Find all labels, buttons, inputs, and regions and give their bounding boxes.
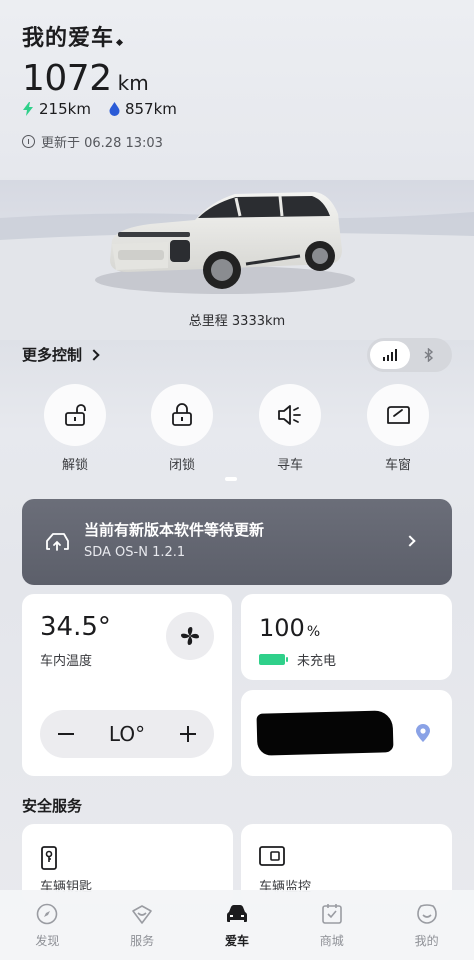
fan-button[interactable] xyxy=(166,612,214,660)
chevron-right-icon xyxy=(88,348,100,361)
lock-button[interactable]: 闭锁 xyxy=(151,384,213,473)
total-range: 1072 km xyxy=(22,58,149,99)
cabin-temperature-label: 车内温度 xyxy=(40,654,93,669)
bottom-tab-bar: 发现 服务 爱车 商城 我的 xyxy=(0,890,474,960)
range-breakdown: 215km 857km xyxy=(22,100,195,118)
lock-circle[interactable] xyxy=(151,384,213,446)
more-controls-link[interactable]: 更多控制 xyxy=(22,344,100,365)
fan-icon xyxy=(181,627,199,645)
tab-profile-label: 我的 xyxy=(414,934,439,948)
range-unit: km xyxy=(117,71,149,95)
battery-level: 100% xyxy=(259,614,320,642)
update-title: 当前有新版本软件等待更新 xyxy=(84,521,265,539)
tab-profile[interactable]: 我的 xyxy=(397,902,457,960)
cloud-upload-icon xyxy=(46,533,69,551)
battery-icon xyxy=(259,654,288,665)
page-title: 我的爱车 xyxy=(22,26,115,51)
find-car-button[interactable]: 寻车 xyxy=(259,384,321,473)
info-icon xyxy=(22,135,35,148)
tab-service[interactable]: 服务 xyxy=(112,902,172,960)
tab-my-car[interactable]: 爱车 xyxy=(207,902,267,960)
lightning-icon xyxy=(23,102,33,116)
page-indicator xyxy=(225,477,237,481)
tab-service-label: 服务 xyxy=(130,934,155,948)
tab-discover[interactable]: 发现 xyxy=(17,902,77,960)
security-section-title: 安全服务 xyxy=(22,797,83,815)
cellular-option[interactable] xyxy=(370,341,410,369)
fuel-range: 857km xyxy=(109,100,177,118)
decrease-temperature-button[interactable] xyxy=(58,733,74,735)
climate-card[interactable]: 34.5° 车内温度 LO° xyxy=(22,594,232,776)
connection-toggle[interactable] xyxy=(367,338,452,372)
electric-range: 215km xyxy=(22,100,91,118)
tab-my-car-label: 爱车 xyxy=(224,934,249,948)
chevron-right-icon xyxy=(404,535,416,547)
horn-icon xyxy=(278,405,301,425)
charging-status-text: 未充电 xyxy=(297,654,337,669)
monitor-icon xyxy=(259,846,285,866)
update-time: 更新于 06.28 13:03 xyxy=(22,132,163,151)
tab-discover-label: 发现 xyxy=(35,934,60,948)
more-controls-label: 更多控制 xyxy=(22,346,83,364)
shop-icon xyxy=(321,904,342,924)
cellular-signal-icon xyxy=(382,349,397,361)
car-icon xyxy=(226,905,247,922)
temperature-control: LO° xyxy=(40,710,214,758)
battery-value: 100 xyxy=(259,614,305,642)
redacted-address xyxy=(256,710,394,756)
update-time-text: 更新于 06.28 13:03 xyxy=(41,136,163,151)
update-version: SDA OS-N 1.2.1 xyxy=(84,545,186,560)
bluetooth-icon xyxy=(424,348,434,362)
lock-label: 闭锁 xyxy=(168,458,195,473)
cabin-temperature: 34.5° xyxy=(40,612,111,642)
electric-range-value: 215km xyxy=(39,100,91,118)
bluetooth-option[interactable] xyxy=(410,341,450,369)
window-circle[interactable] xyxy=(367,384,429,446)
unlock-label: 解锁 xyxy=(61,458,88,473)
unlock-icon xyxy=(65,404,86,426)
tab-shop-label: 商城 xyxy=(319,934,344,948)
location-pin-icon xyxy=(416,724,430,742)
window-button[interactable]: 车窗 xyxy=(367,384,429,473)
unlock-button[interactable]: 解锁 xyxy=(44,384,106,473)
window-icon xyxy=(387,406,410,424)
temperature-setpoint: LO° xyxy=(108,722,146,746)
fuel-drop-icon xyxy=(109,102,120,116)
find-car-label: 寻车 xyxy=(276,458,303,473)
compass-icon xyxy=(37,903,58,925)
unlock-circle[interactable] xyxy=(44,384,106,446)
battery-unit: % xyxy=(306,624,321,640)
heart-service-icon xyxy=(132,905,152,924)
signal-indicator-icon xyxy=(115,38,124,47)
range-value: 1072 xyxy=(22,58,112,99)
car-key-icon xyxy=(41,846,57,870)
fuel-range-value: 857km xyxy=(124,100,177,118)
charging-status: 未充电 xyxy=(259,650,336,669)
profile-icon xyxy=(416,904,437,924)
tab-shop[interactable]: 商城 xyxy=(302,902,362,960)
software-update-banner[interactable]: 当前有新版本软件等待更新 SDA OS-N 1.2.1 xyxy=(22,499,452,585)
lock-icon xyxy=(172,403,192,426)
window-label: 车窗 xyxy=(384,458,411,473)
odometer: 总里程 3333km xyxy=(188,314,286,329)
find-car-circle[interactable] xyxy=(259,384,321,446)
battery-card[interactable]: 100% 未充电 xyxy=(241,594,452,680)
increase-temperature-button[interactable] xyxy=(179,726,196,742)
location-card[interactable] xyxy=(241,690,452,776)
